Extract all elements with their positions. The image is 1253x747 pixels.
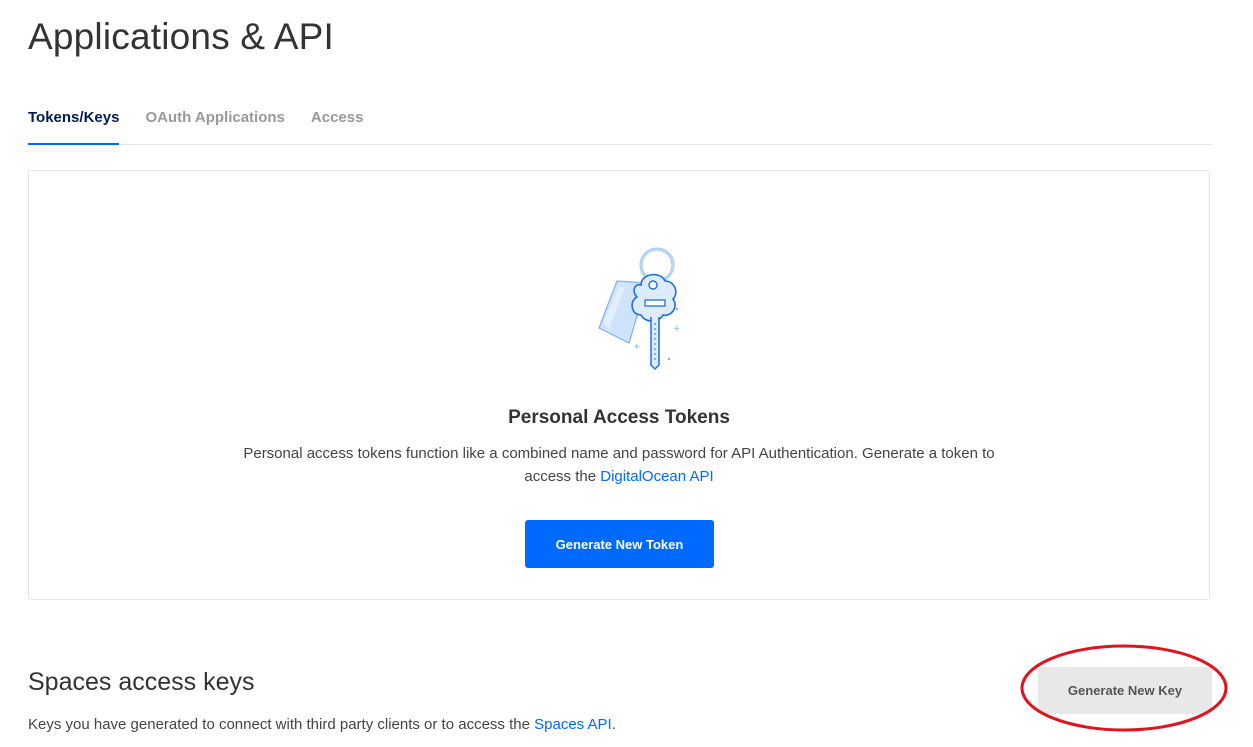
tab-oauth-applications[interactable]: OAuth Applications bbox=[145, 96, 284, 144]
svg-text:+: + bbox=[673, 324, 679, 334]
spaces-api-link[interactable]: Spaces API bbox=[534, 716, 612, 733]
applications-api-page: Applications & API Tokens/Keys OAuth App… bbox=[0, 0, 1253, 747]
spaces-description-suffix: . bbox=[611, 716, 616, 733]
svg-text:+: + bbox=[633, 342, 641, 352]
generate-new-token-button[interactable]: Generate New Token bbox=[525, 520, 714, 568]
generate-new-key-button[interactable]: Generate New Key bbox=[1038, 667, 1212, 714]
spaces-access-keys-title: Spaces access keys bbox=[28, 668, 255, 696]
spaces-access-keys-description: Keys you have generated to connect with … bbox=[28, 716, 616, 733]
spaces-description-text: Keys you have generated to connect with … bbox=[28, 716, 535, 733]
page-title: Applications & API bbox=[28, 16, 334, 57]
key-with-tag-icon: + + bbox=[598, 247, 679, 371]
digitalocean-api-link[interactable]: DigitalOcean API bbox=[600, 468, 713, 485]
personal-access-tokens-card: + + Personal Access Tokens Personal acce… bbox=[28, 170, 1210, 600]
tab-access[interactable]: Access bbox=[311, 96, 364, 144]
personal-access-tokens-title: Personal Access Tokens bbox=[508, 407, 730, 428]
personal-access-tokens-description: Personal access tokens function like a c… bbox=[239, 442, 999, 488]
tab-bar: Tokens/Keys OAuth Applications Access bbox=[28, 96, 1212, 145]
tab-tokens-keys[interactable]: Tokens/Keys bbox=[28, 96, 120, 145]
